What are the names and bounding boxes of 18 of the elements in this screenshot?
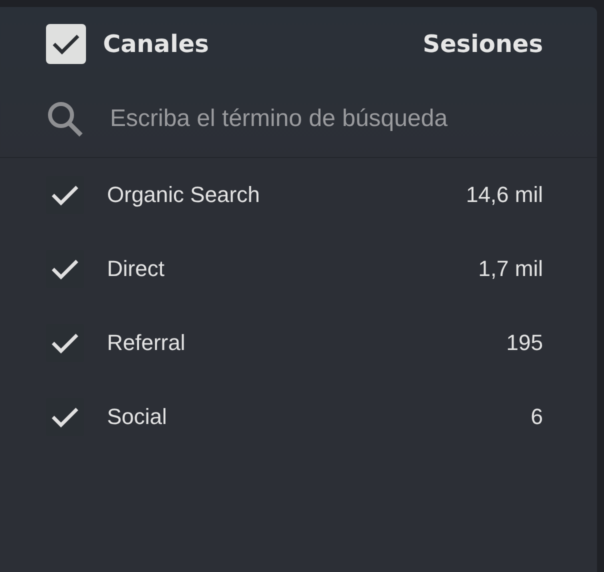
session-count: 195 — [506, 330, 543, 356]
check-icon — [51, 32, 81, 56]
check-icon — [50, 183, 80, 207]
session-count: 14,6 mil — [466, 182, 543, 208]
channel-name: Direct — [107, 256, 164, 282]
channel-name: Referral — [107, 330, 186, 356]
search-field[interactable]: Escriba el término de búsqueda — [108, 104, 577, 134]
search-icon — [46, 100, 84, 138]
check-icon — [50, 405, 80, 429]
column-heading: Canales — [103, 30, 209, 58]
check-icon — [50, 257, 80, 281]
session-count: 1,7 mil — [478, 256, 543, 282]
channel-name: Social — [107, 404, 167, 430]
check-icon — [50, 331, 80, 355]
column-heading: Sesiones — [422, 30, 543, 58]
select-all-checkbox[interactable] — [46, 24, 86, 64]
session-count: 6 — [530, 404, 543, 430]
channel-name: Organic Search — [107, 182, 260, 208]
